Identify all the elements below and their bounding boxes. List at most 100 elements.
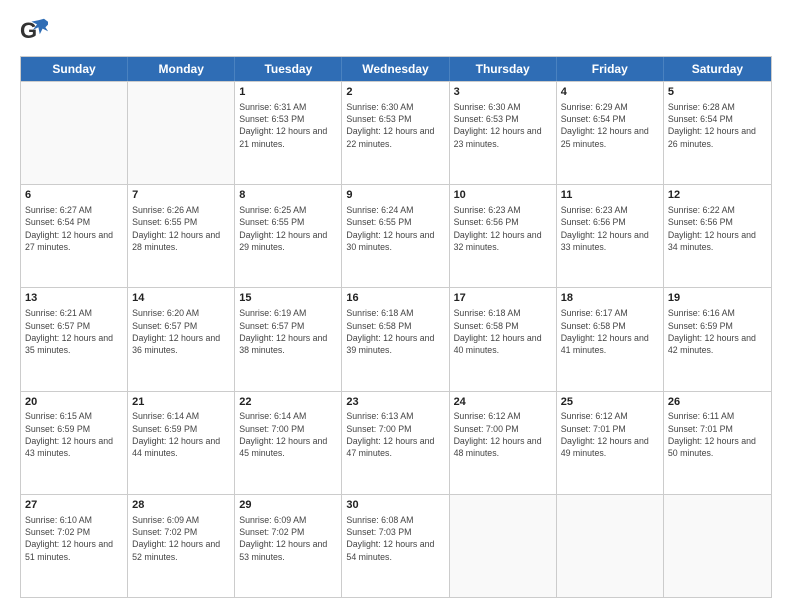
day-info: Sunrise: 6:11 AMSunset: 7:01 PMDaylight:… — [668, 410, 767, 459]
day-info: Sunrise: 6:12 AMSunset: 7:01 PMDaylight:… — [561, 410, 659, 459]
day-number: 14 — [132, 291, 230, 306]
day-info: Sunrise: 6:25 AMSunset: 6:55 PMDaylight:… — [239, 204, 337, 253]
page: G SundayMondayTuesdayWednesdayThursdayFr… — [0, 0, 792, 612]
day-number: 20 — [25, 395, 123, 410]
cal-cell: 25Sunrise: 6:12 AMSunset: 7:01 PMDayligh… — [557, 392, 664, 494]
cal-cell: 24Sunrise: 6:12 AMSunset: 7:00 PMDayligh… — [450, 392, 557, 494]
calendar-header: SundayMondayTuesdayWednesdayThursdayFrid… — [21, 57, 771, 81]
day-info: Sunrise: 6:24 AMSunset: 6:55 PMDaylight:… — [346, 204, 444, 253]
cal-cell: 16Sunrise: 6:18 AMSunset: 6:58 PMDayligh… — [342, 288, 449, 390]
day-info: Sunrise: 6:09 AMSunset: 7:02 PMDaylight:… — [239, 514, 337, 563]
day-number: 8 — [239, 188, 337, 203]
cal-cell: 29Sunrise: 6:09 AMSunset: 7:02 PMDayligh… — [235, 495, 342, 597]
week-row-5: 27Sunrise: 6:10 AMSunset: 7:02 PMDayligh… — [21, 494, 771, 597]
cal-cell: 3Sunrise: 6:30 AMSunset: 6:53 PMDaylight… — [450, 82, 557, 184]
day-number: 22 — [239, 395, 337, 410]
day-info: Sunrise: 6:26 AMSunset: 6:55 PMDaylight:… — [132, 204, 230, 253]
day-number: 7 — [132, 188, 230, 203]
calendar: SundayMondayTuesdayWednesdayThursdayFrid… — [20, 56, 772, 598]
day-info: Sunrise: 6:15 AMSunset: 6:59 PMDaylight:… — [25, 410, 123, 459]
day-info: Sunrise: 6:08 AMSunset: 7:03 PMDaylight:… — [346, 514, 444, 563]
day-number: 3 — [454, 85, 552, 100]
day-number: 18 — [561, 291, 659, 306]
day-number: 17 — [454, 291, 552, 306]
day-info: Sunrise: 6:30 AMSunset: 6:53 PMDaylight:… — [346, 101, 444, 150]
cal-cell: 6Sunrise: 6:27 AMSunset: 6:54 PMDaylight… — [21, 185, 128, 287]
day-number: 10 — [454, 188, 552, 203]
cal-cell: 22Sunrise: 6:14 AMSunset: 7:00 PMDayligh… — [235, 392, 342, 494]
cal-cell: 10Sunrise: 6:23 AMSunset: 6:56 PMDayligh… — [450, 185, 557, 287]
header-day-thursday: Thursday — [450, 57, 557, 81]
header-day-sunday: Sunday — [21, 57, 128, 81]
day-info: Sunrise: 6:09 AMSunset: 7:02 PMDaylight:… — [132, 514, 230, 563]
day-info: Sunrise: 6:14 AMSunset: 6:59 PMDaylight:… — [132, 410, 230, 459]
calendar-body: 1Sunrise: 6:31 AMSunset: 6:53 PMDaylight… — [21, 81, 771, 597]
day-number: 25 — [561, 395, 659, 410]
day-number: 30 — [346, 498, 444, 513]
week-row-2: 6Sunrise: 6:27 AMSunset: 6:54 PMDaylight… — [21, 184, 771, 287]
cal-cell: 17Sunrise: 6:18 AMSunset: 6:58 PMDayligh… — [450, 288, 557, 390]
day-number: 11 — [561, 188, 659, 203]
day-number: 19 — [668, 291, 767, 306]
header-day-friday: Friday — [557, 57, 664, 81]
week-row-3: 13Sunrise: 6:21 AMSunset: 6:57 PMDayligh… — [21, 287, 771, 390]
day-number: 13 — [25, 291, 123, 306]
cal-cell: 9Sunrise: 6:24 AMSunset: 6:55 PMDaylight… — [342, 185, 449, 287]
cal-cell — [21, 82, 128, 184]
day-number: 5 — [668, 85, 767, 100]
day-info: Sunrise: 6:18 AMSunset: 6:58 PMDaylight:… — [346, 307, 444, 356]
cal-cell — [128, 82, 235, 184]
cal-cell: 12Sunrise: 6:22 AMSunset: 6:56 PMDayligh… — [664, 185, 771, 287]
logo: G — [20, 18, 52, 46]
header-day-saturday: Saturday — [664, 57, 771, 81]
day-info: Sunrise: 6:17 AMSunset: 6:58 PMDaylight:… — [561, 307, 659, 356]
day-info: Sunrise: 6:10 AMSunset: 7:02 PMDaylight:… — [25, 514, 123, 563]
cal-cell — [450, 495, 557, 597]
header: G — [20, 18, 772, 46]
day-number: 28 — [132, 498, 230, 513]
header-day-monday: Monday — [128, 57, 235, 81]
cal-cell — [557, 495, 664, 597]
day-info: Sunrise: 6:12 AMSunset: 7:00 PMDaylight:… — [454, 410, 552, 459]
day-info: Sunrise: 6:14 AMSunset: 7:00 PMDaylight:… — [239, 410, 337, 459]
cal-cell: 26Sunrise: 6:11 AMSunset: 7:01 PMDayligh… — [664, 392, 771, 494]
header-day-tuesday: Tuesday — [235, 57, 342, 81]
cal-cell — [664, 495, 771, 597]
day-info: Sunrise: 6:18 AMSunset: 6:58 PMDaylight:… — [454, 307, 552, 356]
day-info: Sunrise: 6:16 AMSunset: 6:59 PMDaylight:… — [668, 307, 767, 356]
day-number: 29 — [239, 498, 337, 513]
day-number: 16 — [346, 291, 444, 306]
day-info: Sunrise: 6:23 AMSunset: 6:56 PMDaylight:… — [454, 204, 552, 253]
cal-cell: 30Sunrise: 6:08 AMSunset: 7:03 PMDayligh… — [342, 495, 449, 597]
cal-cell: 8Sunrise: 6:25 AMSunset: 6:55 PMDaylight… — [235, 185, 342, 287]
cal-cell: 15Sunrise: 6:19 AMSunset: 6:57 PMDayligh… — [235, 288, 342, 390]
day-info: Sunrise: 6:21 AMSunset: 6:57 PMDaylight:… — [25, 307, 123, 356]
day-number: 26 — [668, 395, 767, 410]
day-info: Sunrise: 6:29 AMSunset: 6:54 PMDaylight:… — [561, 101, 659, 150]
cal-cell: 13Sunrise: 6:21 AMSunset: 6:57 PMDayligh… — [21, 288, 128, 390]
day-number: 24 — [454, 395, 552, 410]
cal-cell: 23Sunrise: 6:13 AMSunset: 7:00 PMDayligh… — [342, 392, 449, 494]
day-number: 2 — [346, 85, 444, 100]
cal-cell: 27Sunrise: 6:10 AMSunset: 7:02 PMDayligh… — [21, 495, 128, 597]
day-info: Sunrise: 6:19 AMSunset: 6:57 PMDaylight:… — [239, 307, 337, 356]
cal-cell: 14Sunrise: 6:20 AMSunset: 6:57 PMDayligh… — [128, 288, 235, 390]
cal-cell: 1Sunrise: 6:31 AMSunset: 6:53 PMDaylight… — [235, 82, 342, 184]
cal-cell: 20Sunrise: 6:15 AMSunset: 6:59 PMDayligh… — [21, 392, 128, 494]
cal-cell: 28Sunrise: 6:09 AMSunset: 7:02 PMDayligh… — [128, 495, 235, 597]
day-info: Sunrise: 6:23 AMSunset: 6:56 PMDaylight:… — [561, 204, 659, 253]
cal-cell: 4Sunrise: 6:29 AMSunset: 6:54 PMDaylight… — [557, 82, 664, 184]
day-number: 1 — [239, 85, 337, 100]
cal-cell: 2Sunrise: 6:30 AMSunset: 6:53 PMDaylight… — [342, 82, 449, 184]
day-number: 23 — [346, 395, 444, 410]
day-info: Sunrise: 6:27 AMSunset: 6:54 PMDaylight:… — [25, 204, 123, 253]
day-number: 15 — [239, 291, 337, 306]
day-number: 27 — [25, 498, 123, 513]
cal-cell: 5Sunrise: 6:28 AMSunset: 6:54 PMDaylight… — [664, 82, 771, 184]
day-number: 6 — [25, 188, 123, 203]
day-info: Sunrise: 6:28 AMSunset: 6:54 PMDaylight:… — [668, 101, 767, 150]
cal-cell: 11Sunrise: 6:23 AMSunset: 6:56 PMDayligh… — [557, 185, 664, 287]
day-info: Sunrise: 6:30 AMSunset: 6:53 PMDaylight:… — [454, 101, 552, 150]
day-number: 12 — [668, 188, 767, 203]
cal-cell: 7Sunrise: 6:26 AMSunset: 6:55 PMDaylight… — [128, 185, 235, 287]
